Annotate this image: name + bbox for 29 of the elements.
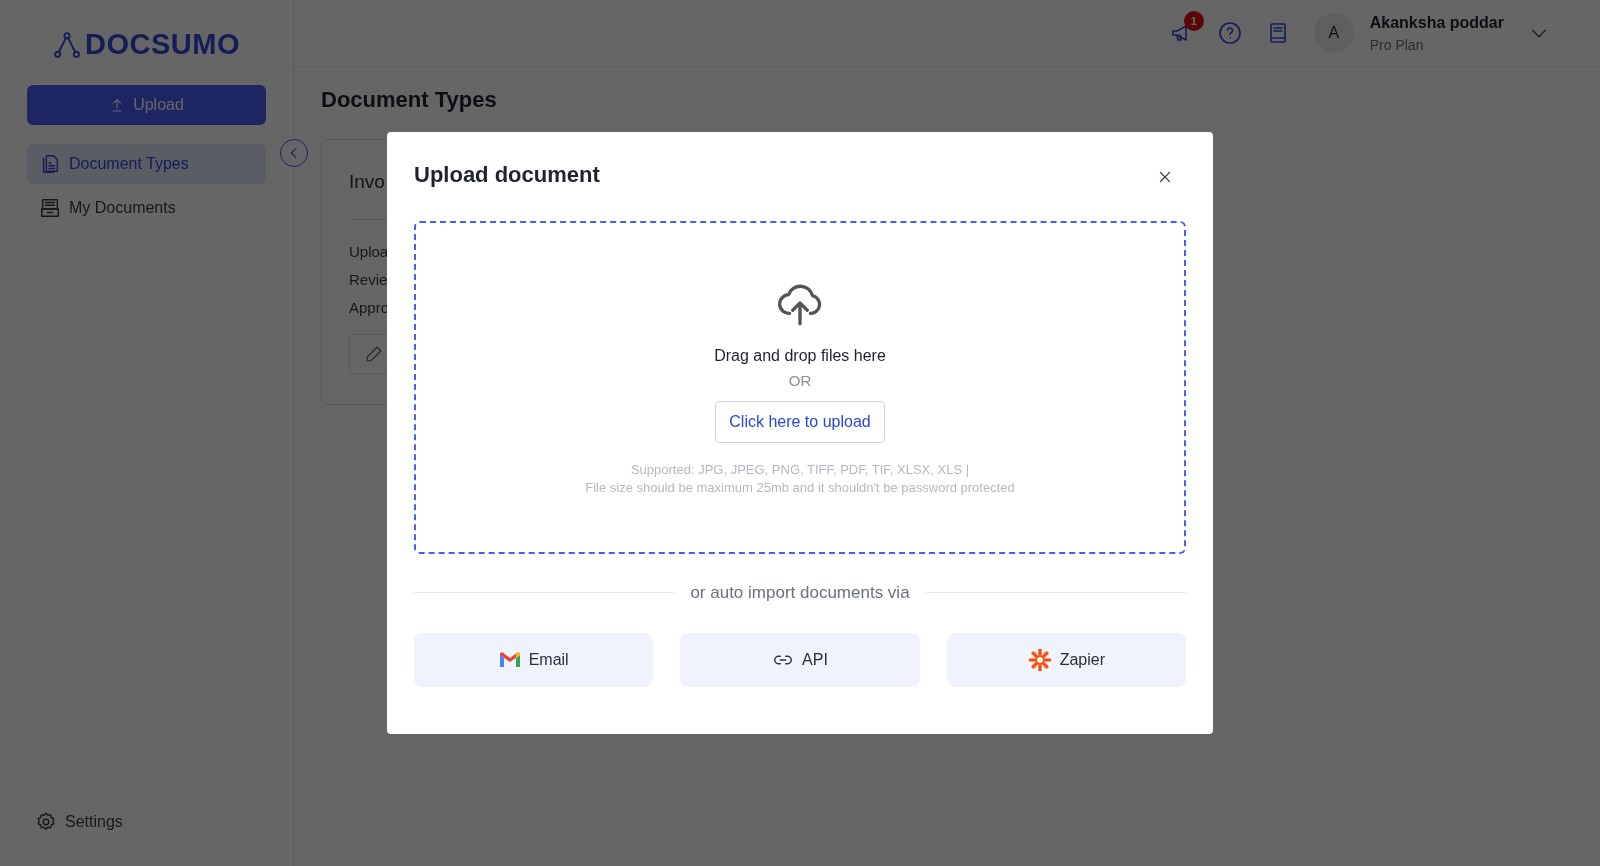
api-import-button[interactable]: API — [680, 632, 920, 687]
help-icon[interactable] — [1217, 21, 1242, 45]
user-avatar: A — [1313, 13, 1354, 53]
logo: DOCSUMO — [85, 26, 240, 62]
asterisk-icon — [1027, 647, 1052, 672]
user-name: Akanksha poddar — [1369, 12, 1504, 33]
divider-text: or auto import documents via — [690, 582, 910, 604]
supported-formats: Supported: JPG, JPEG, PNG, TIFF, PDF, TIF, XLSX, XLS | — [630, 460, 970, 479]
file-size-note: File size should be maximum 25mb and it shouldn't be password protected — [585, 478, 1015, 497]
zapier-import-button[interactable]: Zapier — [946, 632, 1186, 687]
card-text: Uploa — [349, 241, 389, 262]
drop-zone[interactable]: Drag and drop files here OR Click here to upload Supported: JPG, JPEG, PNG, TIFF, PDF, TIF, XLSX, XLS | File size should be maximum 25mb and it shouldn't be password protected — [414, 221, 1186, 554]
gear-icon — [35, 811, 57, 833]
mail-icon — [498, 651, 521, 668]
notification-count: 1 — [1183, 11, 1204, 31]
tray-icon — [39, 197, 61, 219]
card-title: Invo — [349, 170, 385, 195]
page-title: Document Types — [321, 87, 498, 114]
drop-prompt: Drag and drop files here — [714, 346, 886, 367]
pencil-icon — [365, 344, 383, 363]
collapse-button[interactable] — [280, 139, 308, 167]
card-text: Revie — [349, 269, 388, 290]
email-import-button[interactable]: Email — [414, 632, 654, 687]
card-text: Appro — [349, 297, 390, 318]
modal-title: Upload document — [414, 161, 600, 189]
or-label: OR — [788, 371, 812, 392]
plan-label: Pro Plan — [1369, 35, 1425, 55]
upload-link-button[interactable]: Click here to upload — [715, 400, 885, 443]
logo-icon — [53, 30, 81, 59]
